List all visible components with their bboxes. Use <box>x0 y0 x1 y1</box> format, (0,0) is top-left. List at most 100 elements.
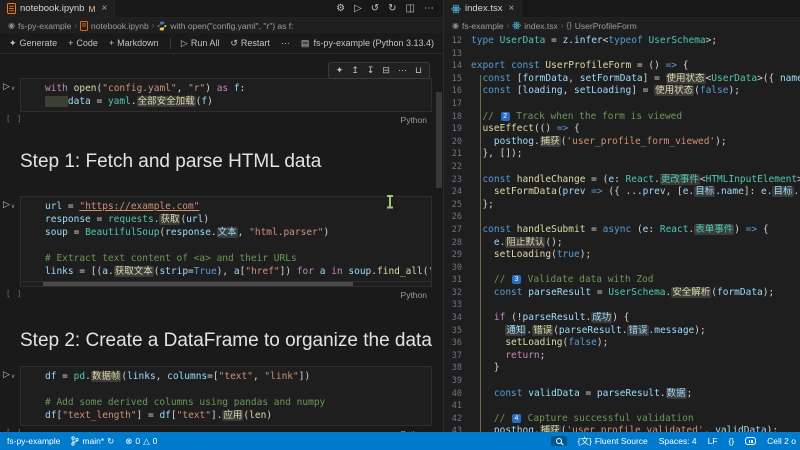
generate-cell-icon[interactable]: ✦ <box>336 65 344 76</box>
zoom-indicator[interactable] <box>550 436 567 446</box>
code-line[interactable]: 31 // 3 Validate data with Zod <box>444 274 800 287</box>
run-cell-button[interactable]: ▷ ∨ <box>3 369 15 380</box>
tab-index-tsx[interactable]: index.tsx × <box>444 0 523 17</box>
add-markdown-button[interactable]: + Markdown <box>109 38 159 48</box>
line-number[interactable]: 14 <box>444 60 471 73</box>
line-number[interactable]: 13 <box>444 48 471 61</box>
eol-item[interactable]: LF <box>708 436 718 446</box>
problems-item[interactable]: ⊗ 0 △ 0 <box>125 436 157 447</box>
code-line[interactable]: df["text_length"] = df["text"].应用(len) <box>45 409 431 422</box>
code-line[interactable]: 13 <box>444 48 800 61</box>
line-number[interactable]: 41 <box>444 400 471 413</box>
code-line[interactable]: 17 <box>444 98 800 111</box>
more-actions-icon[interactable]: ⋯ <box>424 3 434 14</box>
markdown-cell[interactable]: Step 2: Create a DataFrame to organize t… <box>20 328 432 353</box>
code-line[interactable] <box>45 383 431 396</box>
breadcrumb-file[interactable]: index.tsx <box>524 21 558 31</box>
indentation-item[interactable]: Spaces: 4 <box>659 436 697 446</box>
cell-editor[interactable]: with open("config.yaml", "r") as f: data… <box>20 78 432 112</box>
line-number[interactable]: 37 <box>444 350 471 363</box>
breadcrumb-folder[interactable]: fs-example <box>462 21 504 31</box>
run-cell-button[interactable]: ▷ ∨ <box>3 199 15 210</box>
copilot-icon[interactable] <box>745 437 757 445</box>
code-line[interactable]: 14 export const UserProfileForm = () => { <box>444 60 800 73</box>
code-line[interactable]: 22 <box>444 161 800 174</box>
line-number[interactable]: 31 <box>444 274 471 287</box>
line-number[interactable]: 24 <box>444 186 471 199</box>
restart-kernel-icon[interactable]: ↺ <box>371 3 379 14</box>
close-tab-icon[interactable]: × <box>102 3 108 14</box>
notebook-code-cell[interactable]: ▷ ∨ df = pd.数据帧(links, columns=["text", "… <box>3 366 432 433</box>
tab-notebook[interactable]: notebook.ipynb M × <box>0 0 116 17</box>
code-line[interactable]: 24 setFormData(prev => ({ ...prev, [e.目标… <box>444 186 800 199</box>
cell-language-label[interactable]: Python <box>401 115 432 125</box>
code-line[interactable]: 43 posthog.捕获('user_profile_validated', … <box>444 425 800 432</box>
remote-indicator[interactable]: fs-py-example <box>7 436 60 446</box>
line-number[interactable]: 40 <box>444 388 471 401</box>
code-line[interactable]: 34 if (!parseResult.成功) { <box>444 312 800 325</box>
notebook-code-cell[interactable]: ✦ ↥ ↧ ⊟ ⋯ ⊔ ▷ ∨ with open("config.yaml", … <box>3 62 432 127</box>
fluent-source-item[interactable]: {文} Fluent Source <box>578 435 648 447</box>
code-line[interactable] <box>45 239 431 252</box>
code-line[interactable]: soup = BeautifulSoup(response.文本, "html.… <box>45 226 431 239</box>
breadcrumb-file[interactable]: notebook.ipynb <box>91 21 149 31</box>
cell-language-label[interactable]: Python <box>401 290 432 300</box>
add-code-button[interactable]: + Code <box>68 38 98 48</box>
code-line[interactable]: 32 const parseResult = UserSchema.安全解析(f… <box>444 286 800 300</box>
line-number[interactable]: 39 <box>444 375 471 388</box>
code-line[interactable]: 21 }, []); <box>444 148 800 161</box>
code-line[interactable]: url = "https://example.com" <box>45 200 431 213</box>
toolbar-more-button[interactable]: ⋯ <box>281 38 290 49</box>
line-number[interactable]: 26 <box>444 211 471 224</box>
execute-above-icon[interactable]: ↥ <box>351 65 359 76</box>
breadcrumb-symbol[interactable]: UserProfileForm <box>575 21 637 31</box>
line-number[interactable]: 23 <box>444 174 471 187</box>
code-line[interactable]: 39 <box>444 375 800 388</box>
close-tab-icon[interactable]: × <box>509 3 515 14</box>
code-line[interactable]: 27 const handleSubmit = async (e: React.… <box>444 223 800 237</box>
line-number[interactable]: 35 <box>444 325 471 338</box>
vertical-scrollbar-thumb[interactable] <box>436 92 442 188</box>
line-number[interactable]: 27 <box>444 224 471 237</box>
line-number[interactable]: 43 <box>444 425 471 432</box>
cell-language-label[interactable]: Python <box>401 429 432 433</box>
line-number[interactable]: 38 <box>444 362 471 375</box>
line-number[interactable]: 25 <box>444 199 471 212</box>
notebook-code-cell[interactable]: ▷ ∨ url = "https://example.com" response =… <box>3 196 432 302</box>
line-number[interactable]: 15 <box>444 73 471 86</box>
code-line[interactable]: 42 // 4 Capture successful validation <box>444 413 800 426</box>
code-line[interactable]: 35 通知.错误(parseResult.错误.message); <box>444 324 800 338</box>
code-line[interactable]: 20 posthog.捕获('user_profile_form_viewed'… <box>444 135 800 149</box>
line-number[interactable]: 29 <box>444 249 471 262</box>
breadcrumb-folder[interactable]: fs-py-example <box>18 21 71 31</box>
cell-indicator[interactable]: Cell 2 o <box>767 436 796 446</box>
more-cell-actions-icon[interactable]: ⋯ <box>398 65 407 76</box>
line-number[interactable]: 30 <box>444 262 471 275</box>
code-line[interactable]: 30 <box>444 262 800 275</box>
line-number[interactable]: 22 <box>444 161 471 174</box>
code-line[interactable]: 38 } <box>444 362 800 375</box>
split-cell-icon[interactable]: ⊟ <box>382 65 390 76</box>
generate-button[interactable]: ✦ Generate <box>9 38 57 49</box>
line-number[interactable]: 32 <box>444 287 471 300</box>
code-line[interactable]: 15 const [formData, setFormData] = 使用状态<… <box>444 72 800 86</box>
line-number[interactable]: 33 <box>444 299 471 312</box>
code-line[interactable]: 37 return; <box>444 350 800 363</box>
code-line[interactable]: 12 type UserData = z.infer<typeof UserSch… <box>444 35 800 48</box>
line-number[interactable]: 21 <box>444 148 471 161</box>
markdown-cell[interactable]: Step 1: Fetch and parse HTML data <box>20 149 432 174</box>
code-line[interactable]: 36 setLoading(false); <box>444 337 800 350</box>
code-line[interactable]: 29 setLoading(true); <box>444 249 800 262</box>
line-number[interactable]: 17 <box>444 98 471 111</box>
line-number[interactable]: 42 <box>444 413 471 426</box>
code-line[interactable]: 28 e.阻止默认(); <box>444 236 800 250</box>
cell-editor[interactable]: url = "https://example.com" response = re… <box>20 196 432 282</box>
execute-cell-below-icon[interactable]: ↧ <box>367 65 375 76</box>
line-number[interactable]: 16 <box>444 85 471 98</box>
code-line[interactable]: 16 const [loading, setLoading] = 使用状态(fa… <box>444 85 800 98</box>
run-all-icon[interactable]: ▷ <box>354 3 362 14</box>
code-line[interactable]: # Add some derived columns using pandas … <box>45 396 431 409</box>
code-line[interactable]: with open("config.yaml", "r") as f: <box>45 82 431 95</box>
code-editor[interactable]: 12 type UserData = z.infer<typeof UserSch… <box>444 33 800 432</box>
sync-icon[interactable]: ↻ <box>388 3 396 14</box>
